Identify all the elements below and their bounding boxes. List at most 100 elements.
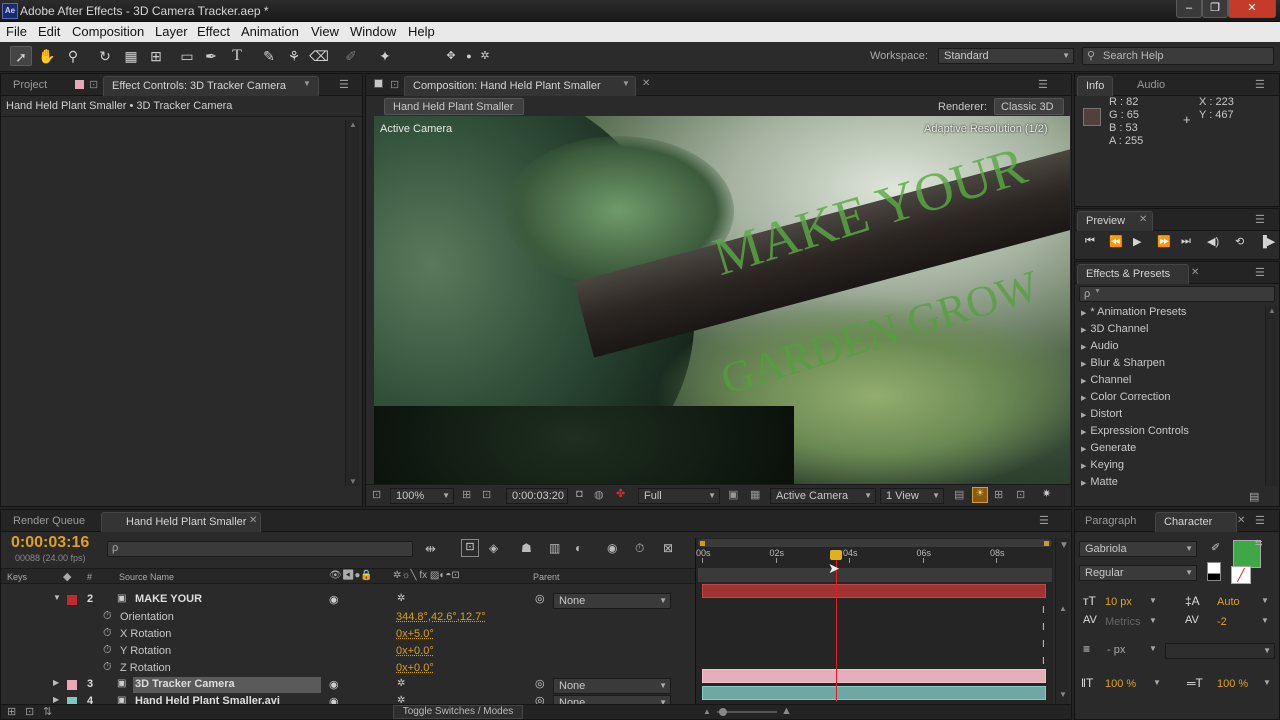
expand-triangle-icon[interactable]: ▶ (1081, 463, 1086, 470)
panel-menu-icon[interactable]: ☰ (1255, 78, 1265, 91)
twirl-triangle-icon[interactable]: ▶ (53, 695, 59, 704)
expand-triangle-icon[interactable]: ▶ (1081, 327, 1086, 334)
timeline-graph-area[interactable]: 00s 02s 04s 06s 08s IIII ➤ (695, 538, 1053, 706)
toggle-transfer-controls-icon[interactable]: ⊡ (25, 705, 34, 718)
close-icon[interactable]: ✕ (1228, 0, 1276, 18)
parent-dropdown[interactable]: None ▼ (553, 593, 671, 609)
chevron-down-icon[interactable]: ▼ (1263, 678, 1271, 687)
playhead-handle[interactable] (830, 550, 842, 560)
menu-view[interactable]: View (311, 24, 339, 39)
tab-character[interactable]: Character (1155, 512, 1237, 532)
panel-menu-icon[interactable]: ☰ (1255, 266, 1265, 279)
hand-tool-icon[interactable]: ✋ (36, 46, 58, 66)
track-bar-plant-avi[interactable] (702, 686, 1046, 700)
menu-effect[interactable]: Effect (197, 24, 230, 39)
current-time-field[interactable]: 0:00:03:20 (506, 488, 568, 504)
always-preview-icon[interactable]: ⊡ (372, 488, 381, 501)
zoom-tool-icon[interactable]: ⚲ (62, 46, 84, 66)
comp-navigator-button[interactable]: Hand Held Plant Smaller (384, 98, 524, 115)
last-frame-icon[interactable]: ⏭ (1181, 235, 1191, 248)
transparency-grid-icon[interactable]: ▦ (750, 488, 760, 501)
visibility-eye-icon[interactable]: ◉ (329, 678, 339, 691)
no-stroke-icon[interactable]: ╱ (1231, 566, 1251, 584)
tab-effect-controls[interactable]: Effect Controls: 3D Tracker Camera (103, 76, 319, 96)
layer-name[interactable]: 3D Tracker Camera (133, 677, 321, 693)
label-color-swatch[interactable] (67, 595, 77, 605)
font-style-dropdown[interactable]: Regular ▼ (1079, 565, 1197, 581)
rotate-tool-icon[interactable]: ↻ (94, 46, 116, 66)
loop-icon[interactable]: ⟲ (1235, 235, 1244, 248)
brainstorm-icon[interactable]: ◉ (607, 541, 617, 555)
first-frame-icon[interactable]: ⏮ (1085, 235, 1095, 248)
chevron-down-icon[interactable]: ▼ (1153, 678, 1161, 687)
expand-triangle-icon[interactable]: ▶ (1081, 378, 1086, 385)
tab-info[interactable]: Info (1077, 76, 1114, 96)
twirl-triangle-icon[interactable]: ▼ (53, 593, 61, 602)
timeline-icon[interactable]: ⊞ (994, 488, 1003, 501)
panel-menu-icon[interactable]: ☰ (1255, 514, 1265, 527)
parent-dropdown[interactable]: None ▼ (553, 678, 671, 694)
menu-layer[interactable]: Layer (155, 24, 188, 39)
expand-triangle-icon[interactable]: ▶ (1081, 361, 1086, 368)
work-area-start-handle[interactable] (700, 541, 705, 546)
tab-close-icon[interactable]: ✕ (1139, 214, 1147, 225)
pick-whip-icon[interactable]: ◎ (535, 677, 545, 690)
effects-category-item[interactable]: ▶ Matte (1081, 476, 1271, 493)
tab-close-icon[interactable]: ✕ (1237, 515, 1245, 526)
expand-triangle-icon[interactable]: ▶ (1081, 395, 1086, 402)
twirl-triangle-icon[interactable]: ▶ (53, 678, 59, 687)
chevron-down-icon[interactable]: ▼ (1261, 596, 1269, 605)
scroll-up-icon[interactable]: ▲ (1268, 306, 1276, 315)
renderer-button[interactable]: Classic 3D (994, 98, 1064, 115)
snapshot-icon[interactable]: ◘ (576, 488, 583, 500)
effects-category-item[interactable]: ▶ Color Correction (1081, 391, 1271, 408)
play-icon[interactable]: ▶ (1133, 235, 1141, 248)
scrollbar[interactable]: ▲ ▼ (345, 120, 359, 486)
comp-mini-flowchart-icon[interactable]: ⇹ (425, 541, 436, 557)
effects-category-item[interactable]: ▶ Keying (1081, 459, 1271, 476)
chevron-down-icon[interactable]: ▼ (1149, 596, 1157, 605)
stroke-type-dropdown[interactable]: ▼ (1165, 643, 1275, 659)
chevron-down-icon[interactable]: ▼ (1149, 616, 1157, 625)
stopwatch-icon[interactable]: ⏱ (103, 610, 112, 623)
tab-chevron-down-icon[interactable]: ▼ (622, 79, 630, 88)
menu-file[interactable]: File (6, 24, 27, 39)
show-snapshot-icon[interactable]: ◍ (594, 488, 604, 501)
tab-project[interactable]: Project (5, 76, 55, 96)
stopwatch-icon[interactable]: ⏱ (103, 661, 112, 674)
toggle-layer-switches-icon[interactable]: ⊞ (7, 705, 16, 718)
type-tool-icon[interactable]: T (226, 46, 248, 66)
label-color-swatch[interactable] (67, 680, 77, 690)
chevron-down-icon[interactable]: ▼ (1261, 616, 1269, 625)
property-row[interactable]: ⏱ Y Rotation 0x+0.0° (1, 643, 693, 660)
new-folder-icon[interactable]: ▤ (1249, 490, 1259, 503)
property-row[interactable]: ⏱ Orientation 344.8°,42.6°,12.7° (1, 609, 693, 626)
toggle-pixel-aspect-icon[interactable]: ▤ (954, 488, 964, 501)
eyedropper-icon[interactable]: ✐ (1211, 541, 1220, 554)
next-frame-icon[interactable]: ⏩ (1157, 235, 1171, 248)
clone-stamp-tool-icon[interactable]: ⚘ (283, 46, 305, 66)
fast-previews-icon[interactable]: ☀ (972, 487, 988, 503)
channel-icon[interactable]: ✤ (616, 487, 625, 500)
tab-timeline-comp[interactable]: Hand Held Plant Smaller (101, 512, 261, 532)
current-time-display[interactable]: 0:00:03:16 (11, 534, 89, 552)
effects-category-item[interactable]: ▶ Distort (1081, 408, 1271, 425)
effects-category-item[interactable]: ▶ Channel (1081, 374, 1271, 391)
restore-icon[interactable]: ❐ (1202, 0, 1228, 18)
toggle-switches-modes-button[interactable]: Toggle Switches / Modes (393, 705, 523, 719)
timeline-search-field[interactable]: ρ (107, 541, 413, 557)
selection-tool-icon[interactable]: ➚ (10, 46, 32, 66)
rectangle-tool-icon[interactable]: ▭ (176, 46, 198, 66)
audio-icon[interactable]: ◀) (1207, 235, 1219, 248)
scroll-down-icon[interactable]: ▼ (349, 477, 357, 486)
camera-view-dropdown[interactable]: Active Camera ▼ (770, 488, 876, 504)
menu-help[interactable]: Help (408, 24, 435, 39)
zoom-in-mountain-icon[interactable]: ▲ (781, 705, 792, 717)
font-size-value[interactable]: 10 px (1105, 596, 1132, 608)
chevron-down-icon[interactable]: ▼ (1149, 644, 1157, 653)
zoom-dropdown[interactable]: 100% ▼ (390, 488, 454, 504)
effects-category-item[interactable]: ▶ Blur & Sharpen (1081, 357, 1271, 374)
composition-viewer[interactable]: Active Camera Adaptive Resolution (1/2) … (374, 116, 1070, 484)
shy-switch-icon[interactable]: ✲ (397, 678, 405, 689)
expand-triangle-icon[interactable]: ▶ (1081, 412, 1086, 419)
